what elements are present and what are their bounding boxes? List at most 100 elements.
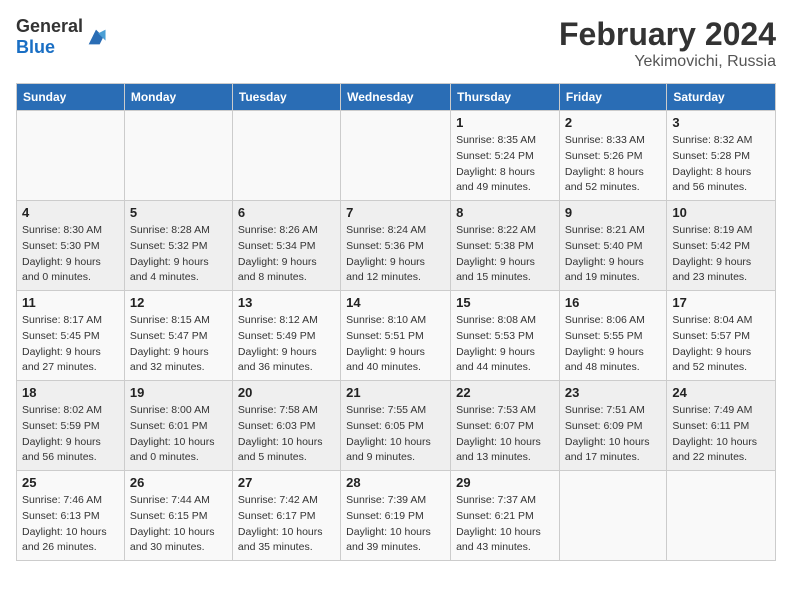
day-info: Sunrise: 8:10 AM Sunset: 5:51 PM Dayligh…	[346, 313, 445, 376]
day-number: 4	[22, 205, 119, 220]
week-row-1: 1 Sunrise: 8:35 AM Sunset: 5:24 PM Daylig…	[17, 111, 776, 201]
calendar-cell	[124, 111, 232, 201]
calendar-cell: 4 Sunrise: 8:30 AM Sunset: 5:30 PM Daylig…	[17, 201, 125, 291]
calendar-cell: 14 Sunrise: 8:10 AM Sunset: 5:51 PM Dayli…	[341, 291, 451, 381]
day-info: Sunrise: 7:55 AM Sunset: 6:05 PM Dayligh…	[346, 403, 445, 466]
day-info: Sunrise: 7:51 AM Sunset: 6:09 PM Dayligh…	[565, 403, 661, 466]
calendar-cell	[341, 111, 451, 201]
day-info: Sunrise: 7:39 AM Sunset: 6:19 PM Dayligh…	[346, 493, 445, 556]
weekday-header-tuesday: Tuesday	[232, 84, 340, 111]
weekday-header-monday: Monday	[124, 84, 232, 111]
title-area: February 2024 Yekimovichi, Russia	[559, 16, 776, 71]
calendar-cell: 1 Sunrise: 8:35 AM Sunset: 5:24 PM Daylig…	[451, 111, 560, 201]
day-info: Sunrise: 7:53 AM Sunset: 6:07 PM Dayligh…	[456, 403, 554, 466]
week-row-3: 11 Sunrise: 8:17 AM Sunset: 5:45 PM Dayli…	[17, 291, 776, 381]
day-number: 26	[130, 475, 227, 490]
day-info: Sunrise: 7:44 AM Sunset: 6:15 PM Dayligh…	[130, 493, 227, 556]
calendar-cell: 16 Sunrise: 8:06 AM Sunset: 5:55 PM Dayli…	[559, 291, 666, 381]
day-info: Sunrise: 8:26 AM Sunset: 5:34 PM Dayligh…	[238, 223, 335, 286]
day-info: Sunrise: 8:12 AM Sunset: 5:49 PM Dayligh…	[238, 313, 335, 376]
calendar-cell: 21 Sunrise: 7:55 AM Sunset: 6:05 PM Dayli…	[341, 381, 451, 471]
day-number: 7	[346, 205, 445, 220]
calendar-cell: 17Sunrise: 8:04 AM Sunset: 5:57 PM Dayli…	[667, 291, 776, 381]
sub-title: Yekimovichi, Russia	[559, 53, 776, 71]
calendar-cell: 24 Sunrise: 7:49 AM Sunset: 6:11 PM Dayli…	[667, 381, 776, 471]
day-info: Sunrise: 8:33 AM Sunset: 5:26 PM Dayligh…	[565, 133, 661, 196]
weekday-header-thursday: Thursday	[451, 84, 560, 111]
calendar-table: SundayMondayTuesdayWednesdayThursdayFrid…	[16, 83, 776, 561]
main-title: February 2024	[559, 16, 776, 53]
day-info: Sunrise: 8:30 AM Sunset: 5:30 PM Dayligh…	[22, 223, 119, 286]
day-info: Sunrise: 8:04 AM Sunset: 5:57 PM Dayligh…	[672, 313, 770, 376]
calendar-cell: 10 Sunrise: 8:19 AM Sunset: 5:42 PM Dayli…	[667, 201, 776, 291]
day-number: 19	[130, 385, 227, 400]
calendar-cell: 11 Sunrise: 8:17 AM Sunset: 5:45 PM Dayli…	[17, 291, 125, 381]
weekday-header-row: SundayMondayTuesdayWednesdayThursdayFrid…	[17, 84, 776, 111]
calendar-cell: 22 Sunrise: 7:53 AM Sunset: 6:07 PM Dayli…	[451, 381, 560, 471]
day-info: Sunrise: 7:42 AM Sunset: 6:17 PM Dayligh…	[238, 493, 335, 556]
day-number: 16	[565, 295, 661, 310]
day-number: 2	[565, 115, 661, 130]
day-info: Sunrise: 8:19 AM Sunset: 5:42 PM Dayligh…	[672, 223, 770, 286]
day-info: Sunrise: 8:08 AM Sunset: 5:53 PM Dayligh…	[456, 313, 554, 376]
page-header: General Blue February 2024 Yekimovichi, …	[16, 16, 776, 71]
calendar-cell: 9 Sunrise: 8:21 AM Sunset: 5:40 PM Daylig…	[559, 201, 666, 291]
calendar-cell: 13 Sunrise: 8:12 AM Sunset: 5:49 PM Dayli…	[232, 291, 340, 381]
calendar-cell: 8Sunrise: 8:22 AM Sunset: 5:38 PM Daylig…	[451, 201, 560, 291]
calendar-cell: 20Sunrise: 7:58 AM Sunset: 6:03 PM Dayli…	[232, 381, 340, 471]
calendar-cell	[667, 471, 776, 561]
calendar-cell: 7 Sunrise: 8:24 AM Sunset: 5:36 PM Daylig…	[341, 201, 451, 291]
calendar-cell: 15Sunrise: 8:08 AM Sunset: 5:53 PM Dayli…	[451, 291, 560, 381]
day-info: Sunrise: 7:49 AM Sunset: 6:11 PM Dayligh…	[672, 403, 770, 466]
day-info: Sunrise: 8:24 AM Sunset: 5:36 PM Dayligh…	[346, 223, 445, 286]
day-number: 21	[346, 385, 445, 400]
day-number: 28	[346, 475, 445, 490]
day-number: 20	[238, 385, 335, 400]
day-info: Sunrise: 8:15 AM Sunset: 5:47 PM Dayligh…	[130, 313, 227, 376]
calendar-cell: 18 Sunrise: 8:02 AM Sunset: 5:59 PM Dayli…	[17, 381, 125, 471]
calendar-cell: 27 Sunrise: 7:42 AM Sunset: 6:17 PM Dayli…	[232, 471, 340, 561]
day-info: Sunrise: 8:35 AM Sunset: 5:24 PM Dayligh…	[456, 133, 554, 196]
logo: General Blue	[16, 16, 107, 58]
day-info: Sunrise: 7:37 AM Sunset: 6:21 PM Dayligh…	[456, 493, 554, 556]
calendar-cell: 26 Sunrise: 7:44 AM Sunset: 6:15 PM Dayli…	[124, 471, 232, 561]
day-number: 18	[22, 385, 119, 400]
day-info: Sunrise: 8:17 AM Sunset: 5:45 PM Dayligh…	[22, 313, 119, 376]
logo-general: General	[16, 16, 83, 36]
calendar-cell: 23 Sunrise: 7:51 AM Sunset: 6:09 PM Dayli…	[559, 381, 666, 471]
day-number: 23	[565, 385, 661, 400]
day-number: 24	[672, 385, 770, 400]
calendar-cell: 12 Sunrise: 8:15 AM Sunset: 5:47 PM Dayli…	[124, 291, 232, 381]
weekday-header-sunday: Sunday	[17, 84, 125, 111]
day-number: 22	[456, 385, 554, 400]
logo-text: General Blue	[16, 16, 83, 58]
logo-icon	[85, 26, 107, 48]
weekday-header-saturday: Saturday	[667, 84, 776, 111]
day-info: Sunrise: 8:21 AM Sunset: 5:40 PM Dayligh…	[565, 223, 661, 286]
day-number: 12	[130, 295, 227, 310]
day-number: 29	[456, 475, 554, 490]
day-number: 14	[346, 295, 445, 310]
calendar-cell	[559, 471, 666, 561]
calendar-cell	[232, 111, 340, 201]
day-number: 9	[565, 205, 661, 220]
calendar-cell: 25Sunrise: 7:46 AM Sunset: 6:13 PM Dayli…	[17, 471, 125, 561]
day-number: 1	[456, 115, 554, 130]
day-number: 3	[672, 115, 770, 130]
day-number: 10	[672, 205, 770, 220]
day-info: Sunrise: 8:28 AM Sunset: 5:32 PM Dayligh…	[130, 223, 227, 286]
calendar-cell: 19 Sunrise: 8:00 AM Sunset: 6:01 PM Dayli…	[124, 381, 232, 471]
day-number: 25	[22, 475, 119, 490]
day-info: Sunrise: 8:32 AM Sunset: 5:28 PM Dayligh…	[672, 133, 770, 196]
day-info: Sunrise: 8:00 AM Sunset: 6:01 PM Dayligh…	[130, 403, 227, 466]
calendar-cell: 2 Sunrise: 8:33 AM Sunset: 5:26 PM Daylig…	[559, 111, 666, 201]
day-number: 6	[238, 205, 335, 220]
day-number: 11	[22, 295, 119, 310]
day-number: 27	[238, 475, 335, 490]
day-number: 13	[238, 295, 335, 310]
week-row-4: 18 Sunrise: 8:02 AM Sunset: 5:59 PM Dayli…	[17, 381, 776, 471]
day-info: Sunrise: 8:02 AM Sunset: 5:59 PM Dayligh…	[22, 403, 119, 466]
day-info: Sunrise: 8:06 AM Sunset: 5:55 PM Dayligh…	[565, 313, 661, 376]
calendar-cell: 3 Sunrise: 8:32 AM Sunset: 5:28 PM Daylig…	[667, 111, 776, 201]
calendar-cell: 28 Sunrise: 7:39 AM Sunset: 6:19 PM Dayli…	[341, 471, 451, 561]
